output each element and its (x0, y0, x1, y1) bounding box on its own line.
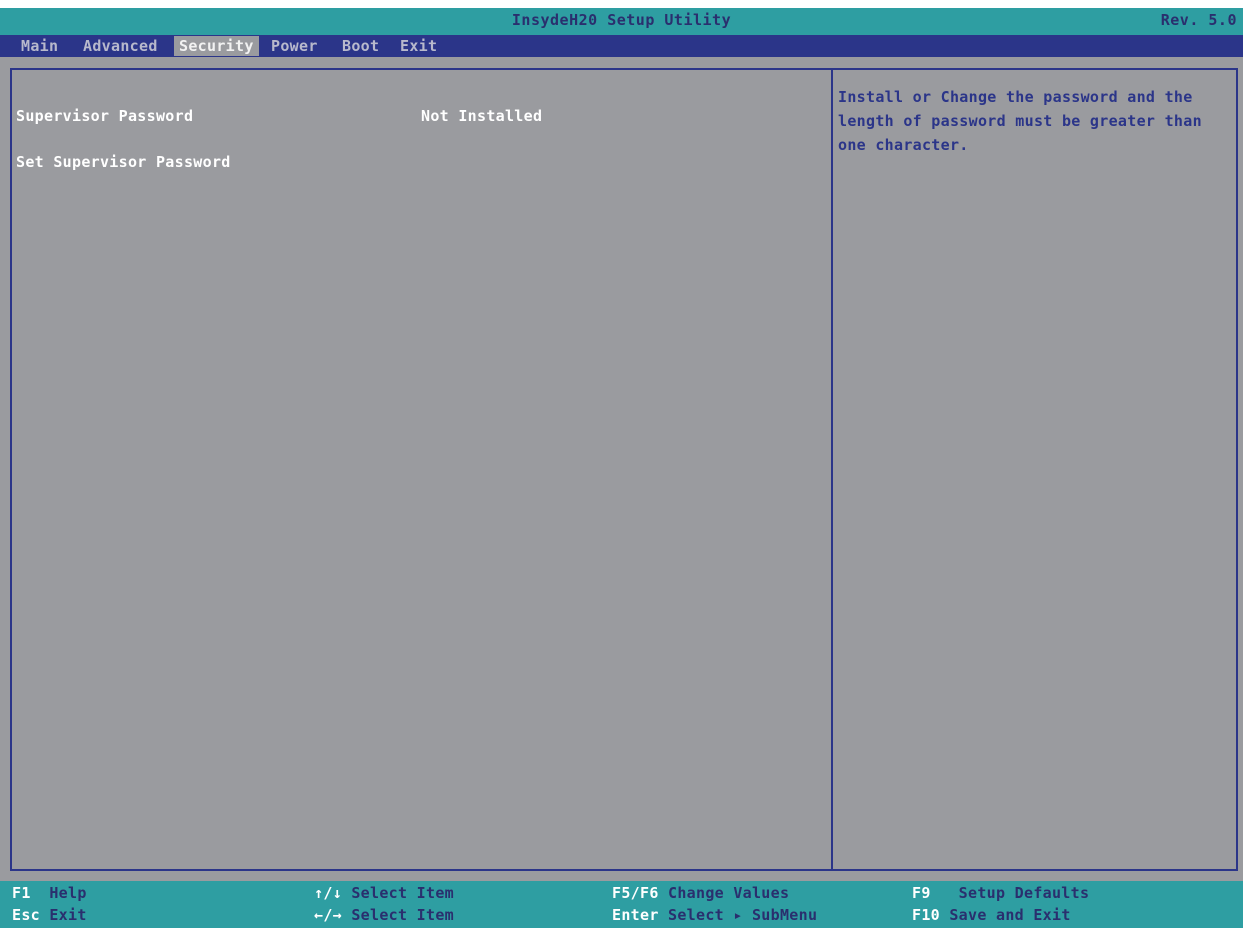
tab-main[interactable]: Main (16, 36, 63, 56)
hint-help: F1 Help (12, 884, 87, 902)
tab-security[interactable]: Security (174, 36, 259, 56)
hint-desc: Exit (49, 906, 87, 924)
key-enter: Enter (612, 906, 659, 924)
key-hint-bar: F1 Help Esc Exit ↑/↓ Select Item ←/→ Sel… (0, 881, 1243, 928)
set-supervisor-password-item[interactable]: Set Supervisor Password (16, 153, 231, 171)
key-f5-f6: F5/F6 (612, 884, 659, 902)
hint-setup-defaults: F9 Setup Defaults (912, 884, 1089, 902)
tab-boot[interactable]: Boot (337, 36, 384, 56)
hint-desc: Select ▸ SubMenu (668, 906, 818, 924)
menu-bar: Main Advanced Security Power Boot Exit (0, 35, 1243, 57)
top-border (0, 0, 1243, 8)
tab-advanced[interactable]: Advanced (78, 36, 163, 56)
window-title: InsydeH20 Setup Utility (511, 11, 732, 29)
key-f1: F1 (12, 884, 31, 902)
tab-power[interactable]: Power (266, 36, 323, 56)
tab-exit[interactable]: Exit (395, 36, 442, 56)
help-line: Install or Change the password and the (838, 88, 1193, 106)
supervisor-password-status: Not Installed (421, 107, 543, 125)
help-divider (831, 70, 833, 869)
key-f9: F9 (912, 884, 931, 902)
hint-change-values: F5/F6 Change Values (612, 884, 789, 902)
key-f10: F10 (912, 906, 940, 924)
revision-label: Rev. 5.0 (1160, 11, 1237, 29)
hint-select-submenu: Enter Select ▸ SubMenu (612, 906, 817, 924)
title-bar: InsydeH20 Setup Utility Rev. 5.0 (0, 8, 1243, 35)
settings-panel: Supervisor Password Not Installed Set Su… (10, 68, 1238, 871)
help-line: one character. (838, 136, 969, 154)
bios-screen: InsydeH20 Setup Utility Rev. 5.0 Main Ad… (0, 0, 1243, 928)
hint-select-item-horizontal: ←/→ Select Item (314, 906, 454, 924)
hint-exit: Esc Exit (12, 906, 87, 924)
hint-desc: Change Values (668, 884, 790, 902)
key-up-down-arrows: ↑/↓ (314, 884, 342, 902)
hint-desc: Select Item (351, 906, 454, 924)
key-esc: Esc (12, 906, 40, 924)
key-left-right-arrows: ←/→ (314, 906, 342, 924)
hint-save-exit: F10 Save and Exit (912, 906, 1071, 924)
hint-desc: Help (49, 884, 87, 902)
hint-desc: Select Item (351, 884, 454, 902)
help-line: length of password must be greater than (838, 112, 1202, 130)
help-panel: Install or Change the password and the l… (838, 85, 1234, 157)
hint-desc: Save and Exit (949, 906, 1071, 924)
hint-desc: Setup Defaults (958, 884, 1090, 902)
hint-select-item-vertical: ↑/↓ Select Item (314, 884, 454, 902)
supervisor-password-label: Supervisor Password (16, 107, 194, 125)
